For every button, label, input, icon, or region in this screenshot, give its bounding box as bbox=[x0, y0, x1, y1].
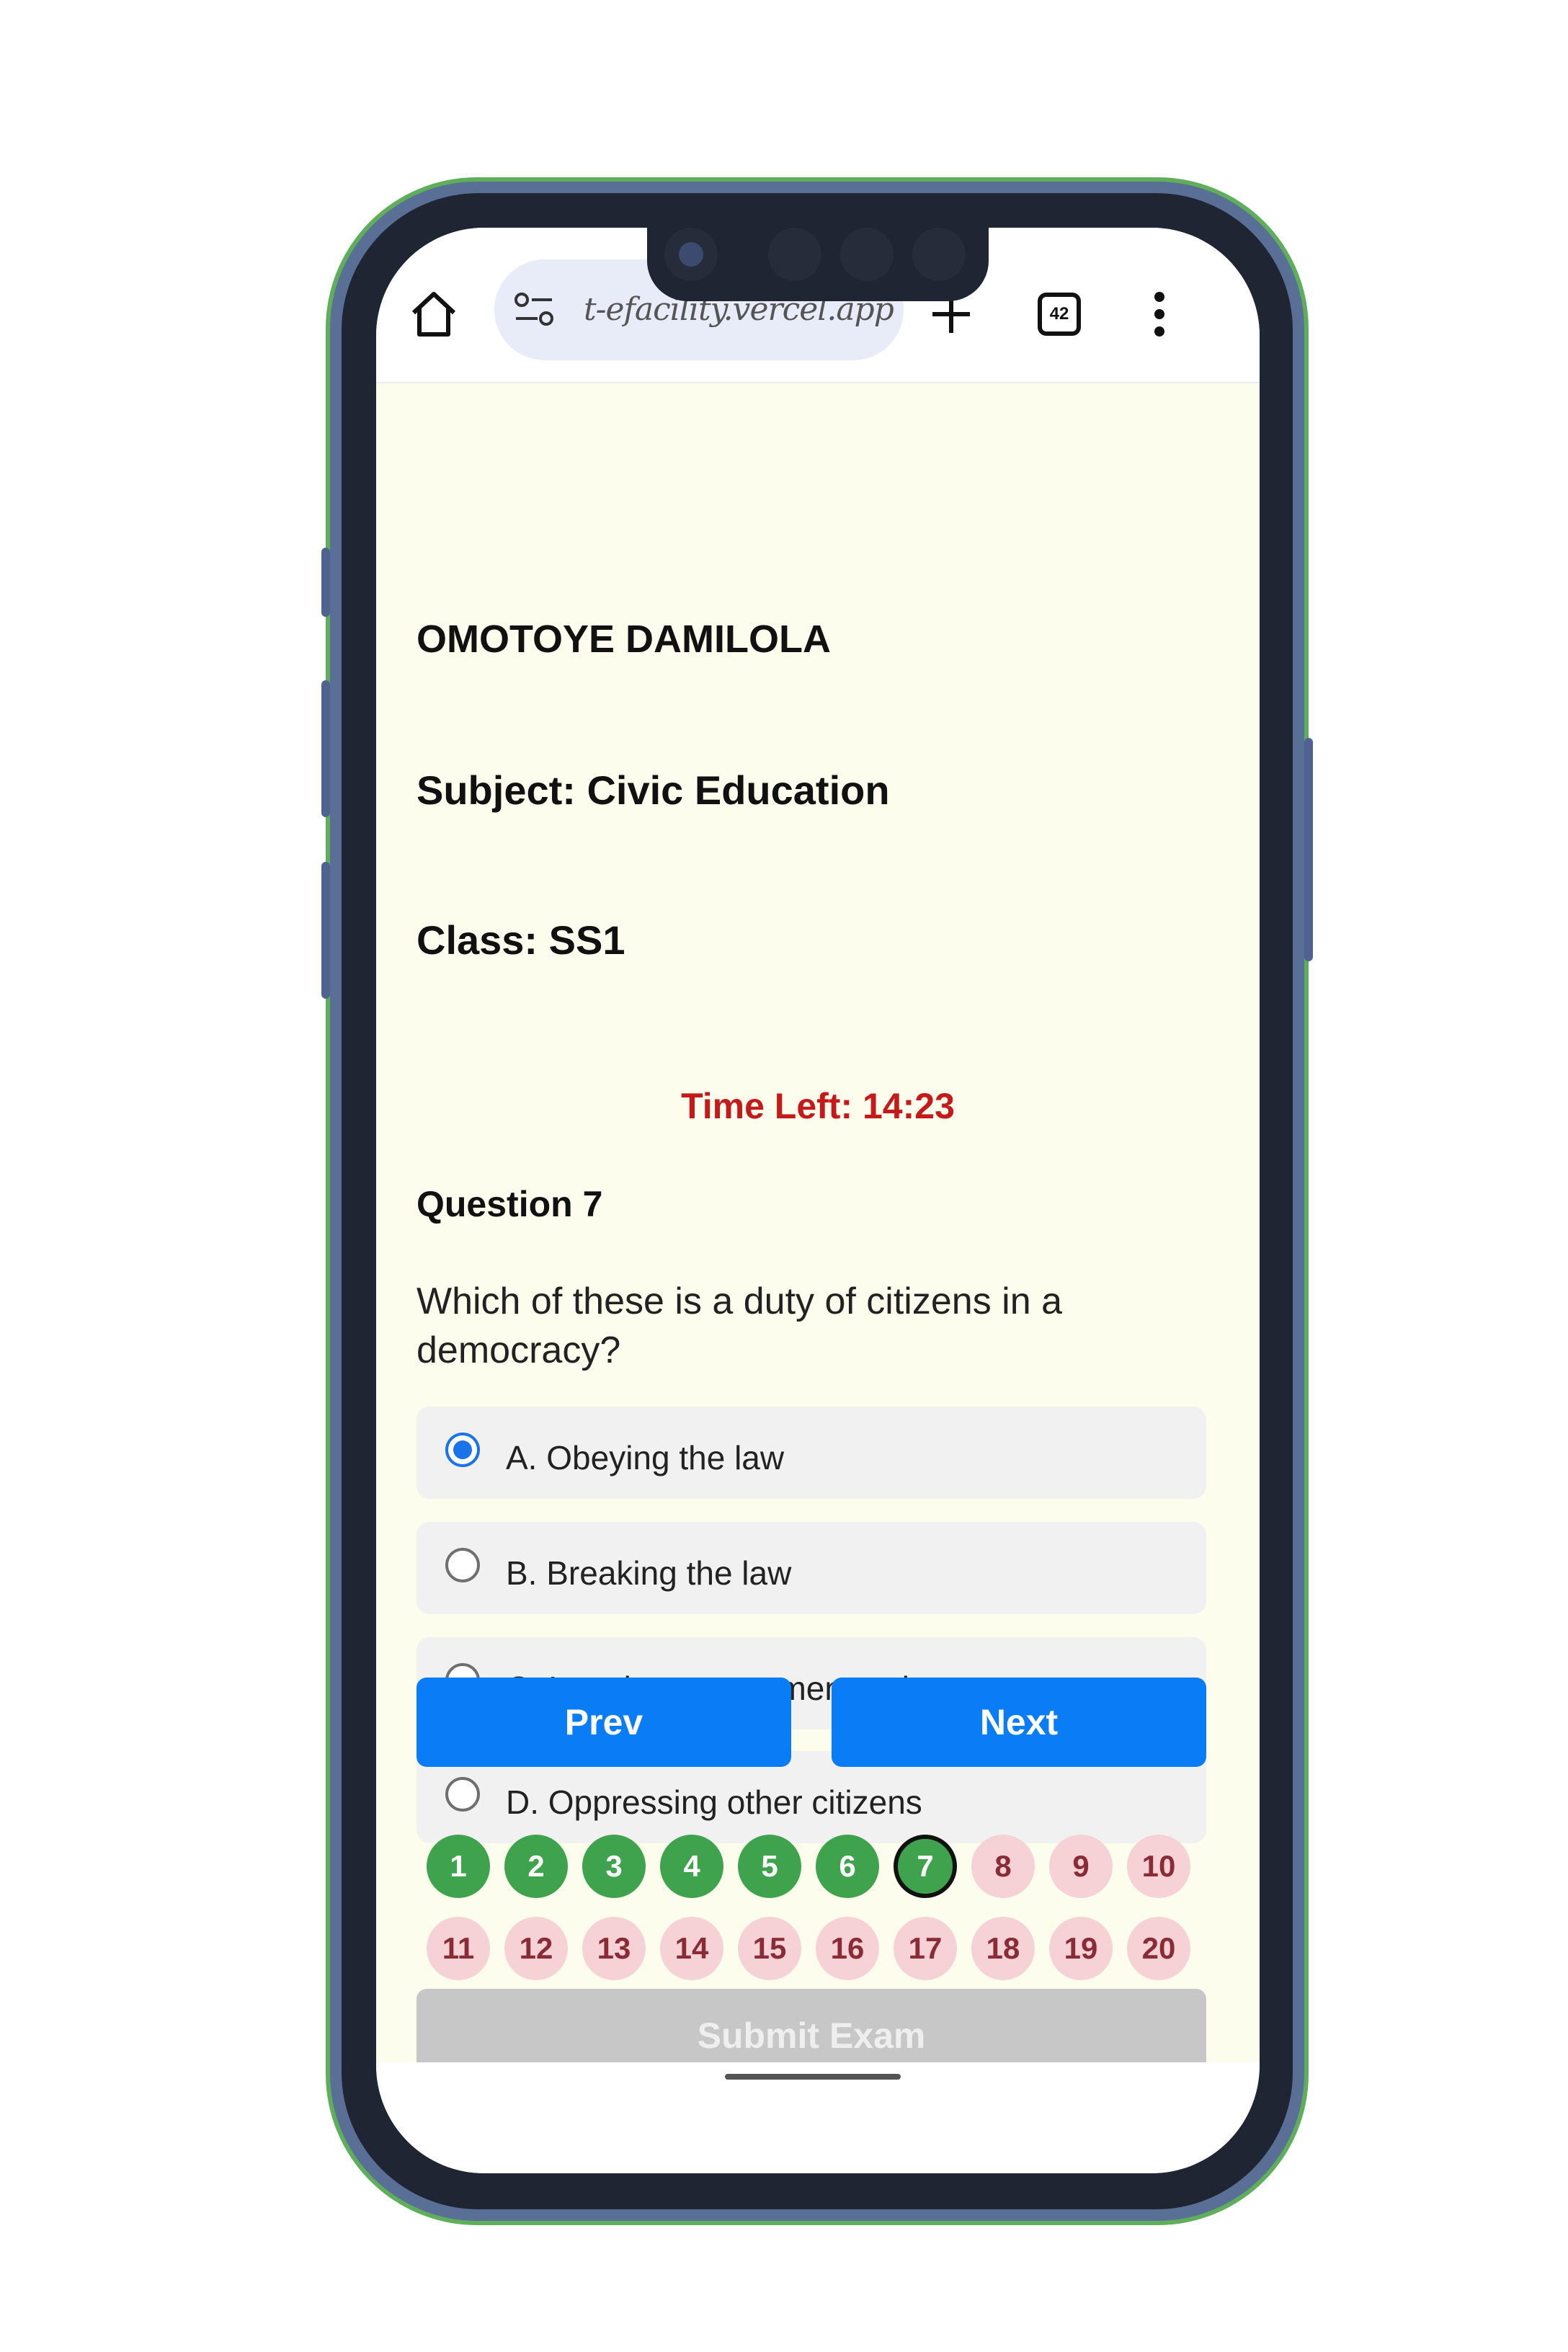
site-settings-icon[interactable] bbox=[513, 290, 556, 330]
question-dot[interactable]: 6 bbox=[816, 1835, 879, 1898]
option-radio[interactable] bbox=[445, 1548, 480, 1582]
question-dot[interactable]: 3 bbox=[582, 1835, 646, 1898]
question-dot[interactable]: 19 bbox=[1049, 1917, 1113, 1980]
next-button[interactable]: Next bbox=[832, 1678, 1206, 1767]
phone-screen: t-efacility.vercel.app 42 OMOTOYE DAMILO… bbox=[376, 228, 1260, 2173]
question-dot[interactable]: 16 bbox=[816, 1917, 879, 1980]
question-number: Question 7 bbox=[416, 1184, 603, 1224]
more-options-icon[interactable] bbox=[1149, 288, 1170, 340]
question-dot[interactable]: 20 bbox=[1127, 1917, 1190, 1980]
subject-label: Subject: Civic Education bbox=[416, 767, 890, 813]
option-b[interactable]: B. Breaking the law bbox=[416, 1522, 1206, 1614]
time-left: Time Left: 14:23 bbox=[681, 1086, 955, 1126]
student-name: OMOTOYE DAMILOLA bbox=[416, 618, 831, 661]
question-dot[interactable]: 2 bbox=[504, 1835, 568, 1898]
question-dot[interactable]: 13 bbox=[582, 1917, 646, 1980]
question-dot[interactable]: 11 bbox=[427, 1917, 490, 1980]
camera-notch bbox=[647, 216, 989, 301]
question-dot[interactable]: 5 bbox=[738, 1835, 801, 1898]
phone-side-button bbox=[1304, 738, 1313, 961]
question-dot[interactable]: 4 bbox=[660, 1835, 723, 1898]
phone-side-button bbox=[321, 680, 330, 817]
question-dot[interactable]: 9 bbox=[1049, 1835, 1113, 1898]
home-indicator[interactable] bbox=[725, 2074, 901, 2080]
question-dot[interactable]: 12 bbox=[504, 1917, 568, 1980]
class-label: Class: SS1 bbox=[416, 917, 625, 963]
option-label: A. Obeying the law bbox=[506, 1439, 785, 1476]
option-label: B. Breaking the law bbox=[506, 1554, 792, 1592]
question-dot[interactable]: 14 bbox=[660, 1917, 723, 1980]
question-dot[interactable]: 8 bbox=[971, 1835, 1035, 1898]
tab-count: 42 bbox=[1049, 304, 1069, 324]
prev-button[interactable]: Prev bbox=[416, 1678, 791, 1767]
phone-side-button bbox=[321, 548, 330, 617]
option-label: D. Oppressing other citizens bbox=[506, 1783, 922, 1821]
home-icon[interactable] bbox=[408, 288, 460, 340]
question-dot[interactable]: 18 bbox=[971, 1917, 1035, 1980]
option-radio[interactable] bbox=[445, 1433, 480, 1467]
tab-switcher-icon[interactable]: 42 bbox=[1038, 293, 1081, 336]
question-dot-current[interactable]: 7 bbox=[894, 1835, 957, 1898]
option-radio[interactable] bbox=[445, 1777, 480, 1812]
option-a[interactable]: A. Obeying the law bbox=[416, 1407, 1206, 1499]
question-dot[interactable]: 1 bbox=[427, 1835, 490, 1898]
question-dot[interactable]: 17 bbox=[894, 1917, 957, 1980]
question-dot[interactable]: 10 bbox=[1127, 1835, 1190, 1898]
question-text: Which of these is a duty of citizens in … bbox=[416, 1280, 1062, 1371]
camera-lens-icon bbox=[679, 242, 703, 267]
question-dot[interactable]: 15 bbox=[738, 1917, 801, 1980]
phone-side-button bbox=[321, 862, 330, 999]
